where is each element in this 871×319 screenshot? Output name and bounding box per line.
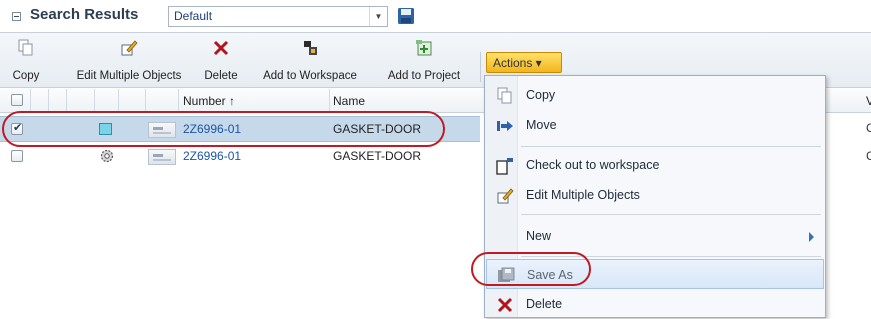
- add-to-workspace-button[interactable]: Add to Workspace: [252, 33, 368, 87]
- menu-item-edit-multiple[interactable]: Edit Multiple Objects: [486, 180, 824, 210]
- view-select-value: Default: [174, 9, 213, 23]
- copy-icon: [496, 87, 514, 105]
- row-edge-letter: C: [866, 121, 871, 135]
- checkout-icon: [496, 157, 514, 175]
- select-all-checkbox[interactable]: [11, 94, 23, 106]
- menu-item-label: Edit Multiple Objects: [526, 188, 640, 202]
- chevron-down-icon[interactable]: ▼: [369, 7, 387, 26]
- annotation-outline-row: [2, 111, 445, 147]
- move-arrow-icon: [496, 117, 514, 135]
- copy-button[interactable]: Copy: [10, 33, 42, 87]
- column-header-name[interactable]: Name: [333, 94, 365, 108]
- edit-icon: [496, 187, 514, 205]
- menu-item-copy[interactable]: Copy: [486, 80, 824, 110]
- column-divider: [94, 89, 95, 113]
- menu-item-check-out[interactable]: Check out to workspace: [486, 150, 824, 180]
- column-divider: [118, 89, 119, 113]
- view-select[interactable]: Default ▼: [168, 6, 388, 27]
- column-divider: [329, 89, 330, 113]
- add-to-project-icon: [415, 39, 433, 57]
- column-divider: [178, 89, 179, 113]
- part-name: GASKET-DOOR: [333, 149, 422, 163]
- delete-x-icon: [496, 296, 514, 314]
- edit-multiple-objects-label: Edit Multiple Objects: [76, 70, 182, 82]
- annotation-outline-save-as: [471, 252, 591, 286]
- column-divider: [30, 89, 31, 113]
- column-divider: [66, 89, 67, 113]
- menu-item-move[interactable]: Move: [486, 110, 824, 140]
- column-divider: [145, 89, 146, 113]
- add-to-project-label: Add to Project: [387, 70, 461, 82]
- delete-button[interactable]: Delete: [198, 33, 244, 87]
- workspace-icon: [301, 39, 319, 57]
- menu-separator: [521, 214, 821, 215]
- menu-item-delete[interactable]: Delete: [486, 289, 824, 319]
- row-edge-letter: C: [866, 149, 871, 163]
- actions-menu-button[interactable]: Actions ▾: [486, 52, 562, 73]
- table-row[interactable]: 2Z6996-01 GASKET-DOOR: [0, 144, 480, 170]
- menu-item-label: Check out to workspace: [526, 158, 660, 172]
- copy-icon: [17, 39, 35, 57]
- edit-icon: [120, 39, 138, 57]
- menu-item-label: Delete: [526, 297, 563, 311]
- page-title: Search Results: [30, 6, 139, 23]
- column-header-number[interactable]: Number ↑: [183, 94, 235, 108]
- column-divider: [48, 89, 49, 113]
- delete-x-icon: [212, 39, 230, 57]
- save-icon[interactable]: [397, 7, 415, 25]
- thumbnail-icon[interactable]: [148, 149, 176, 165]
- column-header-partial: V: [866, 94, 871, 108]
- menu-item-label: Move: [526, 118, 557, 132]
- menu-item-label: New: [526, 229, 552, 243]
- toolbar-separator: [480, 52, 481, 82]
- submenu-arrow-icon: [809, 232, 814, 242]
- menu-item-new[interactable]: New: [486, 221, 824, 251]
- add-to-project-button[interactable]: Add to Project: [376, 33, 472, 87]
- menu-separator: [521, 146, 821, 147]
- delete-button-label: Delete: [204, 70, 238, 82]
- edit-multiple-objects-button[interactable]: Edit Multiple Objects: [66, 33, 192, 87]
- row-checkbox[interactable]: [11, 150, 23, 162]
- menu-item-label: Copy: [526, 88, 556, 102]
- add-to-workspace-label: Add to Workspace: [263, 70, 357, 82]
- copy-button-label: Copy: [12, 70, 40, 82]
- gear-icon: [99, 148, 115, 164]
- collapse-toggle[interactable]: [12, 12, 21, 21]
- part-number-link[interactable]: 2Z6996-01: [183, 149, 241, 163]
